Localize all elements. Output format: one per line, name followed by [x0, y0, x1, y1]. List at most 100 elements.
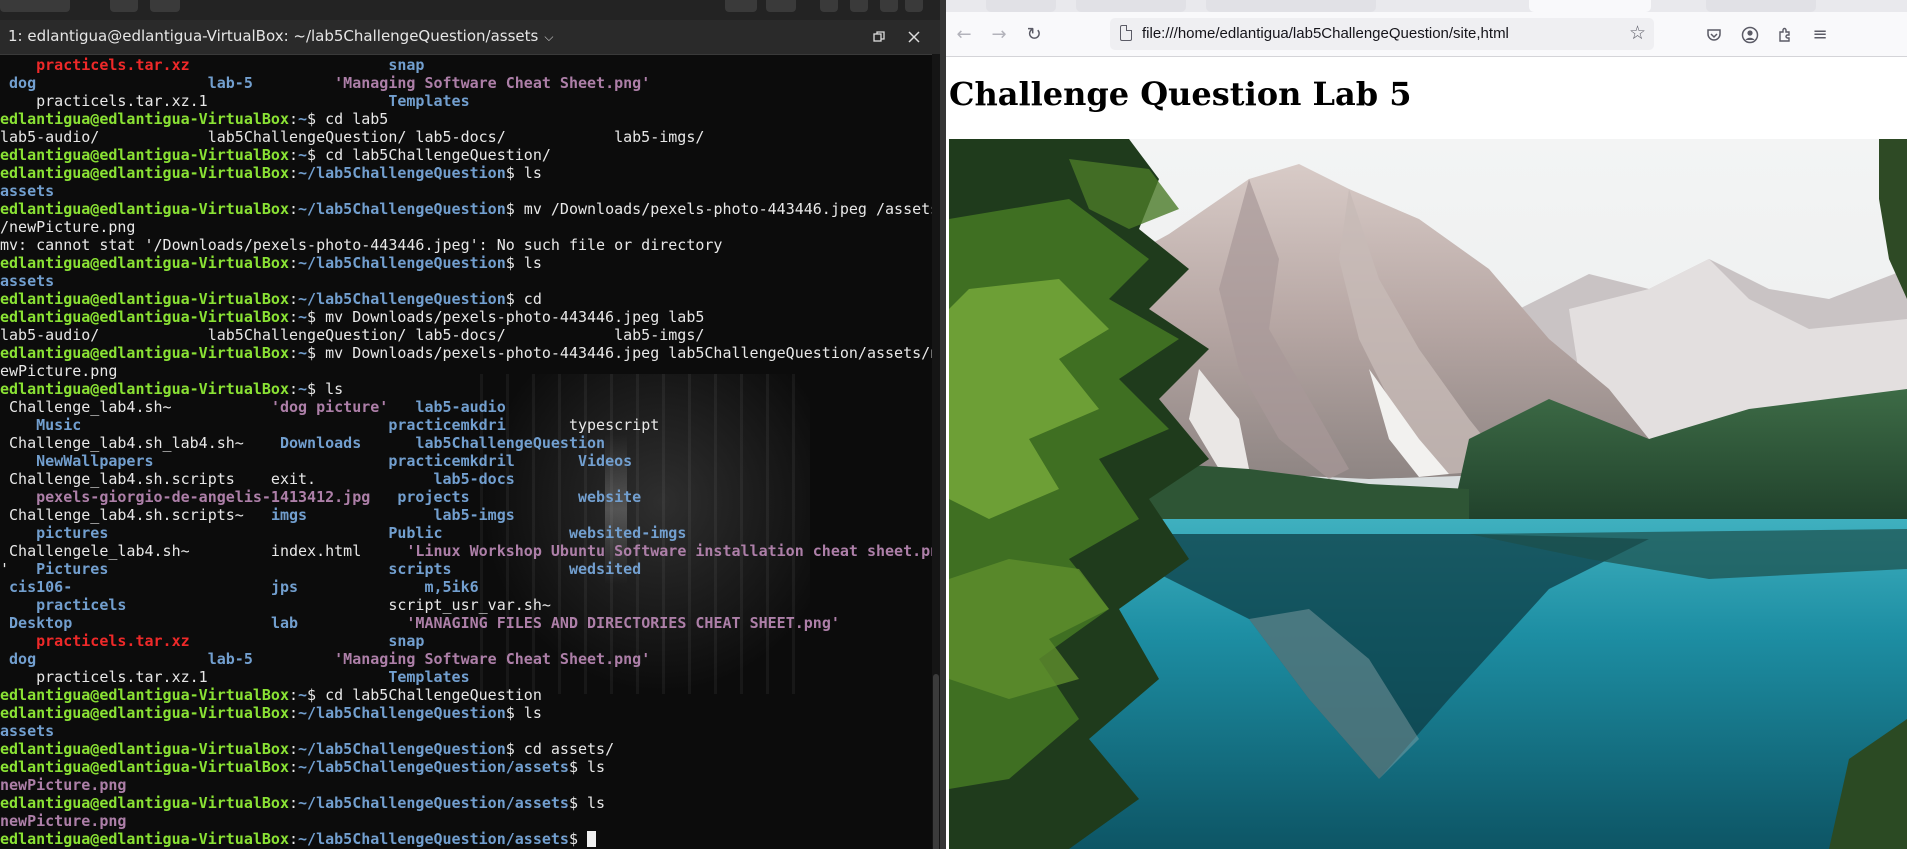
terminal-line: newPicture.png [0, 812, 940, 830]
terminal-scrollbar[interactable] [932, 54, 940, 849]
terminal-scrollbar-thumb[interactable] [933, 674, 939, 849]
browser-tab[interactable] [1076, 0, 1186, 12]
terminal-text-segment: 'MANAGING FILES AND DIRECTORIES CHEAT SH… [406, 614, 840, 632]
extensions-icon[interactable] [1773, 23, 1797, 47]
chevron-down-icon[interactable]: ⌵ [544, 30, 553, 44]
top-strip-tab[interactable] [0, 0, 70, 12]
bookmark-star-icon[interactable]: ☆ [1629, 22, 1646, 44]
terminal-text-segment: Desktop [9, 614, 73, 632]
terminal-text-segment: practicemkdri [388, 416, 506, 434]
terminal-text-segment: cis106- [9, 578, 73, 596]
terminal-text-segment: wedsited [568, 560, 642, 578]
terminal-text-segment: 'dog picture' [270, 398, 389, 416]
menu-hamburger-icon[interactable]: ≡ [1808, 23, 1832, 47]
terminal-text-segment: edlantigua@edlantigua-VirtualBox [0, 686, 289, 704]
terminal-text-segment: Templates [388, 92, 470, 110]
terminal-text-segment: : [288, 344, 299, 362]
terminal-text-segment: edlantigua@edlantigua-VirtualBox [0, 254, 289, 272]
terminal-line: edlantigua@edlantigua-VirtualBox:~$ mv D… [0, 344, 940, 362]
terminal-output[interactable]: practicels.tar.xz snap dog lab-5 'Managi… [0, 54, 940, 849]
top-strip-tab[interactable] [905, 0, 923, 12]
url-bar[interactable]: file:///home/edlantigua/lab5ChallengeQue… [1110, 18, 1654, 50]
terminal-text-segment: Downloads [279, 434, 362, 452]
terminal-text-segment: $ cd [505, 290, 542, 308]
terminal-text-segment: ~/lab5ChallengeQuestion/assets [298, 758, 569, 776]
terminal-text-segment: : [288, 758, 299, 776]
terminal-text-segment: : [288, 308, 299, 326]
terminal-text-segment: script_usr_var.sh~ [126, 596, 551, 614]
forward-arrow-icon[interactable]: → [987, 23, 1011, 47]
url-text[interactable]: file:///home/edlantigua/lab5ChallengeQue… [1142, 25, 1509, 42]
terminal-line: assets [0, 272, 940, 290]
terminal-text-segment: $ ls [505, 704, 542, 722]
browser-tab[interactable] [1206, 0, 1376, 12]
terminal-text-segment: imgs [270, 506, 308, 524]
terminal-text-segment: pexels-giorgio-de-angelis-1413412.jpg [36, 488, 371, 506]
terminal-text-segment: practicemkdril [388, 452, 515, 470]
terminal-window[interactable]: 1: edlantigua@edlantigua-VirtualBox: ~/l… [0, 0, 940, 849]
browser-window[interactable]: ← → ↻ file:///home/edlantigua/lab5Challe… [946, 0, 1907, 849]
terminal-text-segment: edlantigua@edlantigua-VirtualBox [0, 758, 289, 776]
terminal-text-segment: $ mv Downloads/pexels-photo-443446.jpeg … [307, 308, 705, 326]
terminal-text-segment: edlantigua@edlantigua-VirtualBox [0, 308, 289, 326]
terminal-titlebar[interactable]: 1: edlantigua@edlantigua-VirtualBox: ~/l… [0, 20, 940, 55]
terminal-text-segment: edlantigua@edlantigua-VirtualBox [0, 344, 289, 362]
top-strip-tab[interactable] [820, 0, 838, 12]
terminal-text-segment: assets [0, 182, 55, 200]
terminal-text-segment: $ cd lab5 [307, 110, 389, 128]
browser-tab[interactable] [1706, 0, 1816, 12]
back-arrow-icon[interactable]: ← [952, 23, 976, 47]
maximize-icon[interactable] [868, 26, 890, 48]
terminal-line: Challenge_lab4.sh.scripts~ imgs lab5-img… [0, 506, 940, 524]
terminal-text-segment: edlantigua@edlantigua-VirtualBox [0, 164, 289, 182]
terminal-text-segment: assets [0, 272, 55, 290]
terminal-text-segment: assets [0, 722, 55, 740]
top-strip-tab[interactable] [880, 0, 898, 12]
terminal-line: Challenge_lab4.sh_lab4.sh~ Downloads lab… [0, 434, 940, 452]
terminal-text-segment: practicels [36, 596, 127, 614]
top-strip-tab[interactable] [850, 0, 868, 12]
terminal-text-segment: $ ls [505, 164, 542, 182]
account-icon[interactable] [1738, 23, 1762, 47]
terminal-line: edlantigua@edlantigua-VirtualBox:~/lab5C… [0, 794, 940, 812]
terminal-top-strip [0, 0, 940, 20]
top-strip-tab[interactable] [110, 0, 138, 12]
terminal-text-segment: jps [270, 578, 299, 596]
pocket-icon[interactable] [1702, 23, 1726, 47]
top-strip-tab[interactable] [766, 0, 796, 12]
terminal-line: edlantigua@edlantigua-VirtualBox:~/lab5C… [0, 830, 940, 848]
browser-tab[interactable] [986, 0, 1056, 12]
reload-icon[interactable]: ↻ [1022, 23, 1046, 47]
file-icon [1120, 25, 1132, 41]
terminal-cursor [587, 831, 597, 847]
terminal-text-segment: edlantigua@edlantigua-VirtualBox [0, 200, 289, 218]
terminal-text-segment: ~ [298, 146, 308, 164]
top-strip-tab[interactable] [150, 0, 180, 12]
terminal-text-segment: Public [388, 524, 443, 542]
terminal-text-segment: mv: cannot stat '/Downloads/pexels-photo… [0, 236, 723, 254]
browser-tab-active[interactable] [1529, 0, 1651, 12]
terminal-text-segment: : [288, 254, 299, 272]
terminal-title[interactable]: 1: edlantigua@edlantigua-VirtualBox: ~/l… [8, 27, 553, 45]
terminal-line: dog lab-5 'Managing Software Cheat Sheet… [0, 650, 940, 668]
terminal-text-segment: Challenge_lab4.sh.scripts exit. [0, 470, 434, 488]
terminal-text-segment: edlantigua@edlantigua-VirtualBox [0, 704, 289, 722]
top-strip-tab[interactable] [725, 0, 757, 12]
terminal-text-segment: $ mv /Downloads/pexels-photo-443446.jpeg… [505, 200, 940, 218]
terminal-text-segment: website [577, 488, 642, 506]
terminal-text-segment: newPicture.png [0, 812, 127, 830]
close-icon[interactable] [903, 26, 925, 48]
terminal-text-segment: edlantigua@edlantigua-VirtualBox [0, 290, 289, 308]
terminal-text-segment: 'Managing Software Cheat Sheet.png' [334, 74, 651, 92]
